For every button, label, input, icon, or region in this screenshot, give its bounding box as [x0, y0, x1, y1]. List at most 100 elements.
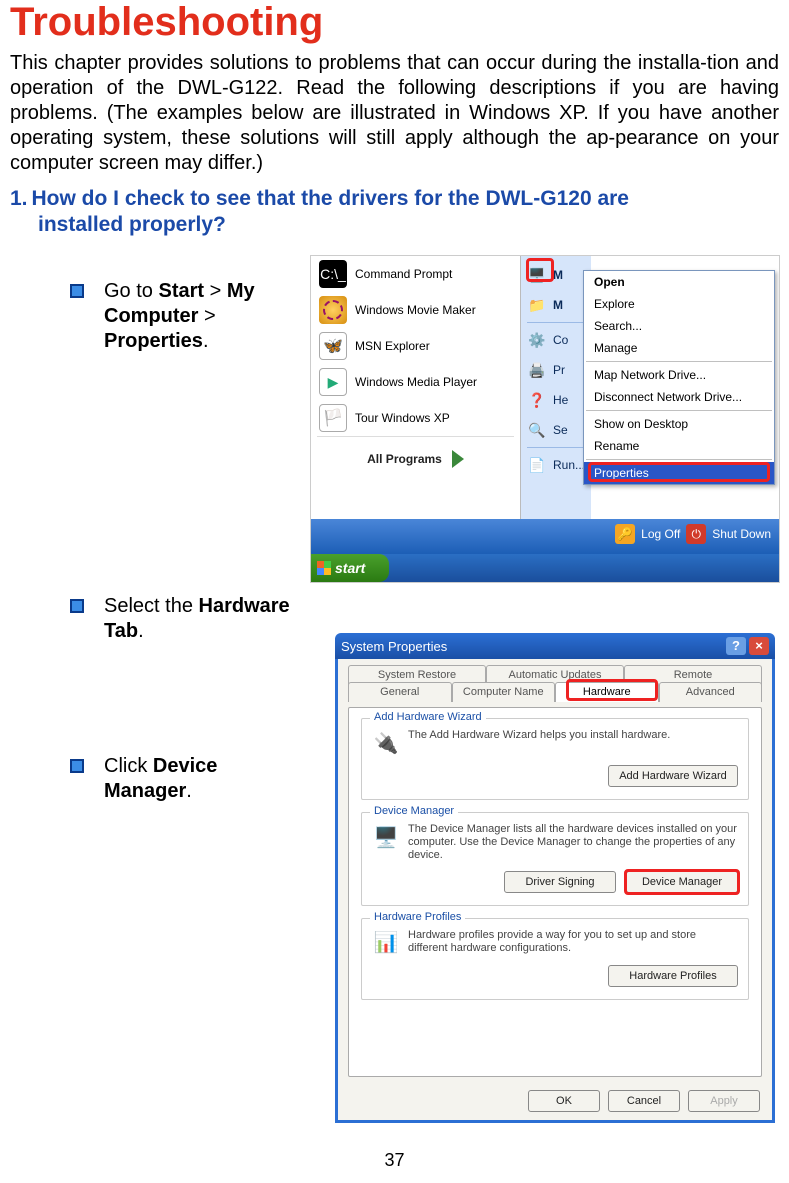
highlight-device-manager [624, 869, 740, 895]
bullet-icon [70, 599, 84, 613]
ctx-properties[interactable]: Properties [584, 462, 774, 484]
question-line2: installed properly? [10, 212, 779, 238]
cancel-button[interactable]: Cancel [608, 1090, 680, 1112]
tab-computer-name[interactable]: Computer Name [452, 682, 556, 702]
context-menu: Open Explore Search... Manage Map Networ… [583, 270, 775, 485]
logoff-shutdown-bar: 🔑 Log Off ⏻ Shut Down [615, 524, 771, 544]
help-button[interactable]: ? [726, 637, 746, 655]
bullet-icon [70, 284, 84, 298]
start-button[interactable]: start [311, 554, 389, 582]
menu-label: Command Prompt [355, 267, 452, 281]
tab-advanced[interactable]: Advanced [659, 682, 763, 702]
menu-command-prompt[interactable]: C:\_ Command Prompt [311, 256, 520, 292]
tab-general[interactable]: General [348, 682, 452, 702]
screenshot-system-properties: System Properties ? × System Restore Aut… [335, 633, 775, 1123]
close-button[interactable]: × [749, 637, 769, 655]
ctx-rename[interactable]: Rename [584, 435, 774, 457]
ctx-show-desktop[interactable]: Show on Desktop [584, 413, 774, 435]
group-title: Add Hardware Wizard [370, 711, 486, 723]
menu-label: Tour Windows XP [355, 411, 450, 425]
device-manager-button[interactable]: Device Manager [626, 871, 738, 893]
group-text: Hardware profiles provide a way for you … [408, 929, 738, 955]
titlebar: System Properties ? × [335, 633, 775, 659]
screenshot-start-menu: C:\_ Command Prompt Windows Movie Maker … [310, 255, 780, 583]
arrow-right-icon [452, 450, 464, 468]
page-number: 37 [0, 1150, 789, 1171]
step-2-text: Select the Hardware Tab. [104, 594, 294, 644]
folder-icon: 📁 [527, 295, 547, 315]
tour-icon [319, 404, 347, 432]
highlight-my-computer [526, 258, 554, 282]
menu-msn-explorer[interactable]: MSN Explorer [311, 328, 520, 364]
right-label: Run... [553, 458, 585, 472]
right-label: M [553, 268, 563, 282]
driver-signing-button[interactable]: Driver Signing [504, 871, 616, 893]
windows-flag-icon [317, 561, 331, 575]
start-menu-left: C:\_ Command Prompt Windows Movie Maker … [311, 256, 521, 519]
right-item[interactable]: ⚙️ Co [521, 325, 591, 355]
shutdown-label[interactable]: Shut Down [712, 527, 771, 541]
group-hardware-profiles: Hardware Profiles 📊 Hardware profiles pr… [361, 918, 749, 1000]
group-text: The Add Hardware Wizard helps you instal… [408, 729, 670, 742]
ctx-open[interactable]: Open [584, 271, 774, 293]
right-item[interactable]: 🖨️ Pr [521, 355, 591, 385]
ctx-explore[interactable]: Explore [584, 293, 774, 315]
menu-label: Windows Movie Maker [355, 303, 476, 317]
ctx-manage[interactable]: Manage [584, 337, 774, 359]
add-hardware-wizard-button[interactable]: Add Hardware Wizard [608, 765, 738, 787]
page-title: Troubleshooting [10, 0, 789, 45]
run-icon: 📄 [527, 455, 547, 475]
menu-movie-maker[interactable]: Windows Movie Maker [311, 292, 520, 328]
start-label: start [335, 560, 365, 576]
question-heading: 1.How do I check to see that the drivers… [10, 186, 779, 239]
wmp-icon [319, 368, 347, 396]
movie-maker-icon [319, 296, 347, 324]
separator [586, 361, 772, 362]
ctx-disconnect[interactable]: Disconnect Network Drive... [584, 386, 774, 408]
apply-button[interactable]: Apply [688, 1090, 760, 1112]
cmd-icon: C:\_ [319, 260, 347, 288]
step-1-text: Go to Start > My Computer > Properties. [104, 279, 294, 354]
help-icon: ❓ [527, 390, 547, 410]
window-body: System Restore Automatic Updates Remote … [335, 659, 775, 1123]
group-add-hardware: Add Hardware Wizard 🔌 The Add Hardware W… [361, 718, 749, 800]
bullet-icon [70, 759, 84, 773]
right-label: Se [553, 423, 568, 437]
right-label: Pr [553, 363, 565, 377]
separator [586, 459, 772, 460]
menu-label: MSN Explorer [355, 339, 430, 353]
start-menu-right: 🖥️ M 📁 M ⚙️ Co 🖨️ Pr ❓ He 🔍 Se 📄 Run... [521, 256, 591, 519]
group-title: Hardware Profiles [370, 911, 465, 923]
all-programs[interactable]: All Programs [311, 437, 520, 481]
hardware-profiles-button[interactable]: Hardware Profiles [608, 965, 738, 987]
right-item[interactable]: 🔍 Se [521, 415, 591, 445]
question-line1: How do I check to see that the drivers f… [32, 187, 629, 210]
right-item[interactable]: 📁 M [521, 290, 591, 320]
menu-tour-xp[interactable]: Tour Windows XP [311, 400, 520, 436]
tabs: System Restore Automatic Updates Remote … [348, 665, 762, 703]
ctx-map-drive[interactable]: Map Network Drive... [584, 364, 774, 386]
ctx-search[interactable]: Search... [584, 315, 774, 337]
menu-label: Windows Media Player [355, 375, 477, 389]
menu-media-player[interactable]: Windows Media Player [311, 364, 520, 400]
ok-button[interactable]: OK [528, 1090, 600, 1112]
right-run[interactable]: 📄 Run... [521, 450, 591, 480]
highlight-hardware-tab [566, 679, 658, 701]
control-panel-icon: ⚙️ [527, 330, 547, 350]
taskbar: start [311, 554, 779, 582]
tab-panel: Add Hardware Wizard 🔌 The Add Hardware W… [348, 707, 762, 1077]
device-manager-icon: 🖥️ [372, 823, 400, 851]
printer-icon: 🖨️ [527, 360, 547, 380]
right-label: M [553, 298, 563, 312]
right-label: Co [553, 333, 568, 347]
dialog-footer: OK Cancel Apply [528, 1090, 760, 1112]
separator [527, 447, 585, 448]
group-text: The Device Manager lists all the hardwar… [408, 823, 738, 863]
search-icon: 🔍 [527, 420, 547, 440]
right-item[interactable]: ❓ He [521, 385, 591, 415]
intro-text: This chapter provides solutions to probl… [10, 51, 779, 176]
right-label: He [553, 393, 568, 407]
step-3-text: Click Device Manager. [104, 754, 294, 804]
window-title: System Properties [341, 639, 447, 654]
logoff-label[interactable]: Log Off [641, 527, 680, 541]
